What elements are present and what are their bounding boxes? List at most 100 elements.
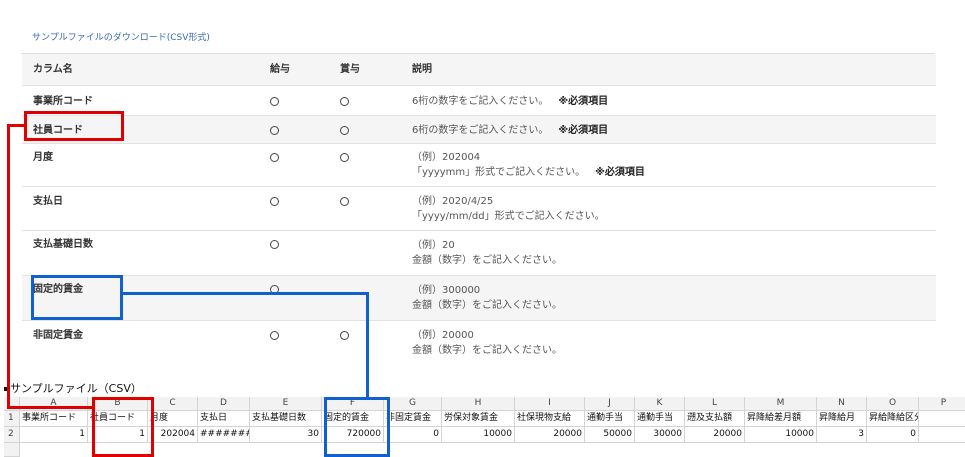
bullet-square-icon	[4, 387, 8, 391]
shoyo-mark-icon	[340, 125, 349, 140]
column-name: 非固定賃金	[33, 330, 83, 341]
cell-p2[interactable]	[919, 427, 965, 443]
description: 6桁の数字をご記入ください。 ※必須項目	[412, 94, 608, 109]
cell-f1[interactable]: 固定的賃金	[322, 411, 384, 427]
col-header-c[interactable]: C	[148, 397, 198, 411]
cell-e1[interactable]: 支払基礎日数	[250, 411, 322, 427]
table-row: 支払基礎日数 （例）20 金額（数字）をご記入ください。	[22, 231, 936, 276]
cell-m1[interactable]: 昇降給差月額	[745, 411, 817, 427]
col-header-l[interactable]: L	[685, 397, 745, 411]
col-header-n[interactable]: N	[817, 397, 867, 411]
cell-l1[interactable]: 遡及支払額	[685, 411, 745, 427]
shoyo-mark-icon	[340, 196, 349, 211]
description: 「yyyymm」形式でご記入ください。 ※必須項目	[412, 165, 645, 180]
sheet-row-1: 1 事業所コード 社員コード 月度 支払日 支払基礎日数 固定的賃金 非固定賃金…	[4, 411, 965, 427]
cell-k2[interactable]: 30000	[635, 427, 685, 443]
cell-h1[interactable]: 労保対象賃金	[442, 411, 515, 427]
description-text: 6桁の数字をご記入ください。	[412, 125, 549, 136]
table-row: 固定的賃金 （例）300000 金額（数字）をご記入ください。	[22, 276, 936, 321]
cell-c2[interactable]: 202004	[148, 427, 198, 443]
row-header-3[interactable]	[4, 443, 20, 457]
col-header-d[interactable]: D	[198, 397, 250, 411]
column-name: 支払日	[33, 196, 63, 207]
table-row: 事業所コード 6桁の数字をご記入ください。 ※必須項目	[22, 86, 936, 116]
cell-g2[interactable]: 0	[384, 427, 442, 443]
cell-i2[interactable]: 20000	[515, 427, 585, 443]
required-note: ※必須項目	[558, 125, 609, 136]
cell-n1[interactable]: 昇降給月	[817, 411, 867, 427]
column-name: 事業所コード	[33, 96, 93, 107]
kyuyo-mark-icon	[270, 284, 279, 299]
header-column-name: カラム名	[33, 64, 73, 75]
cell-m2[interactable]: 10000	[745, 427, 817, 443]
sample-file-heading: サンプルファイル（CSV）	[4, 380, 142, 396]
column-name: 社員コード	[33, 125, 83, 136]
description-example: （例）20000	[412, 330, 474, 341]
select-all-corner[interactable]	[4, 397, 20, 411]
cell-c1[interactable]: 月度	[148, 411, 198, 427]
column-spec-table: カラム名 給与 賞与 説明 事業所コード 6桁の数字をご記入ください。 ※必須項目…	[21, 53, 936, 356]
kyuyo-mark-icon	[270, 152, 279, 167]
cell-b2[interactable]: 1	[88, 427, 148, 443]
row-header-1[interactable]: 1	[4, 411, 20, 427]
description-example: （例）300000	[412, 285, 481, 296]
sample-file-title: サンプルファイル（CSV）	[10, 382, 142, 395]
col-header-g[interactable]: G	[384, 397, 442, 411]
shoyo-mark-icon	[340, 330, 349, 345]
col-header-o[interactable]: O	[867, 397, 919, 411]
cell-p1[interactable]	[919, 411, 965, 427]
cell-a1[interactable]: 事業所コード	[20, 411, 88, 427]
description-text: 「yyyy/mm/dd」形式でご記入ください。	[412, 211, 605, 222]
col-header-k[interactable]: K	[635, 397, 685, 411]
cell-b1[interactable]: 社員コード	[88, 411, 148, 427]
row-header-2[interactable]: 2	[4, 427, 20, 443]
sample-download-link[interactable]: サンプルファイルのダウンロード(CSV形式)	[32, 30, 210, 43]
col-header-j[interactable]: J	[585, 397, 635, 411]
cell-n2[interactable]: 3	[817, 427, 867, 443]
cell-o2[interactable]: 0	[867, 427, 919, 443]
table-row: 支払日 （例）2020/4/25 「yyyy/mm/dd」形式でご記入ください。	[22, 187, 936, 231]
description-text: 金額（数字）をご記入ください。	[412, 300, 562, 311]
required-note: ※必須項目	[595, 167, 645, 178]
table-row: 社員コード 6桁の数字をご記入ください。 ※必須項目	[22, 116, 936, 144]
col-header-b[interactable]: B	[88, 397, 148, 411]
col-header-f[interactable]: F	[322, 397, 384, 411]
description-example: （例）2020/4/25	[412, 196, 494, 207]
column-name: 固定的賃金	[33, 284, 83, 295]
description-text: 金額（数字）をご記入ください。	[412, 345, 562, 356]
description: 6桁の数字をご記入ください。 ※必須項目	[412, 123, 608, 138]
table-header-row: カラム名 給与 賞与 説明	[22, 54, 936, 86]
cell-f2[interactable]: 720000	[322, 427, 384, 443]
cell-i1[interactable]: 社保現物支給	[515, 411, 585, 427]
cell-g1[interactable]: 非固定賃金	[384, 411, 442, 427]
col-header-a[interactable]: A	[20, 397, 88, 411]
cell-h2[interactable]: 10000	[442, 427, 515, 443]
column-name: 支払基礎日数	[33, 239, 93, 250]
sheet-row-2: 2 1 1 202004 ######## 30 720000 0 10000 …	[4, 427, 965, 443]
col-header-h[interactable]: H	[442, 397, 515, 411]
column-name: 月度	[33, 152, 53, 163]
cell-l2[interactable]: 20000	[685, 427, 745, 443]
cell-a2[interactable]: 1	[20, 427, 88, 443]
cell-j1[interactable]: 通勤手当	[585, 411, 635, 427]
kyuyo-mark-icon	[270, 196, 279, 211]
description-text: 「yyyymm」形式でご記入ください。	[412, 167, 586, 178]
cell-d1[interactable]: 支払日	[198, 411, 250, 427]
shoyo-mark-icon	[340, 96, 349, 111]
kyuyo-mark-icon	[270, 330, 279, 345]
kyuyo-mark-icon	[270, 239, 279, 254]
cell-d2[interactable]: ########	[198, 427, 250, 443]
cell-j2[interactable]: 50000	[585, 427, 635, 443]
cell-k1[interactable]: 通勤手当	[635, 411, 685, 427]
col-header-e[interactable]: E	[250, 397, 322, 411]
shoyo-mark-icon	[340, 152, 349, 167]
col-header-i[interactable]: I	[515, 397, 585, 411]
col-header-m[interactable]: M	[745, 397, 817, 411]
description-example: （例）202004	[412, 152, 481, 163]
cell-e2[interactable]: 30	[250, 427, 322, 443]
description-text: 金額（数字）をご記入ください。	[412, 255, 562, 266]
cell-o1[interactable]: 昇給降給区分	[867, 411, 919, 427]
description-example: （例）20	[412, 240, 455, 251]
header-kyuyo: 給与	[270, 64, 290, 75]
col-header-p[interactable]: P	[919, 397, 965, 411]
